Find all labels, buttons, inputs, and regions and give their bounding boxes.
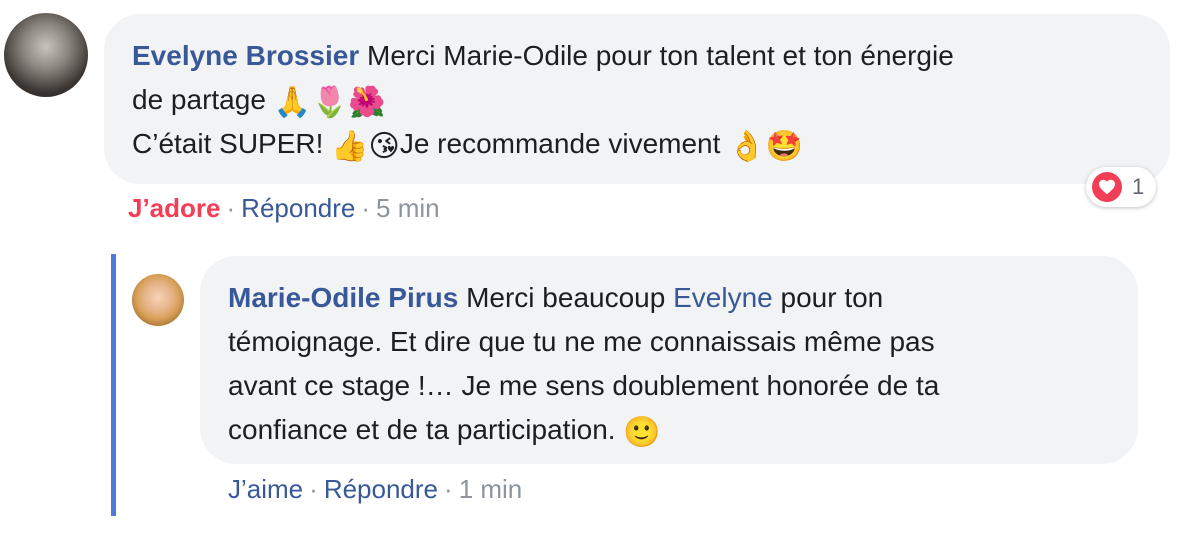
comment-line: Marie-Odile Pirus Merci beaucoup Evelyne…: [228, 276, 1110, 320]
comment-author-link[interactable]: Marie-Odile Pirus: [228, 282, 458, 313]
comment-line: de partage 🙏🌷🌺: [132, 78, 1142, 122]
thumbs-up-emoji-icon: 👍: [331, 130, 369, 163]
separator-dot: ·: [309, 474, 318, 504]
reaction-count: 1: [1132, 174, 1145, 199]
like-button[interactable]: J’aime: [228, 474, 303, 504]
tulip-emoji-icon: 🌷: [311, 86, 349, 119]
heart-icon: [1092, 172, 1122, 202]
comment-line: avant ce stage !… Je me sens doublement …: [228, 370, 940, 401]
comment-text: Merci beaucoup: [466, 282, 666, 313]
smiling-face-emoji-icon: 🙂: [623, 416, 661, 449]
comment-text: confiance et de ta participation.: [228, 414, 616, 445]
avatar-evelyne-brossier[interactable]: [4, 13, 88, 97]
reaction-count-badge[interactable]: 1: [1086, 167, 1157, 207]
comment-author-link[interactable]: Evelyne Brossier: [132, 40, 359, 71]
comment-text: C’était SUPER!: [132, 128, 324, 159]
avatar-marie-odile-pirus[interactable]: [132, 274, 184, 326]
star-struck-emoji-icon: 🤩: [765, 130, 803, 163]
separator-dot: ·: [361, 193, 371, 223]
comment-actions: J’adore · Répondre · 5 min: [128, 193, 440, 223]
hibiscus-emoji-icon: 🌺: [348, 86, 386, 119]
comment-text: pour ton: [780, 282, 884, 313]
comment-bubble-2: Marie-Odile Pirus Merci beaucoup Evelyne…: [200, 256, 1138, 464]
mention-link[interactable]: Evelyne: [673, 282, 773, 313]
ok-hand-emoji-icon: 👌: [728, 130, 766, 163]
comment-bubble-1: Evelyne Brossier Merci Marie-Odile pour …: [104, 14, 1170, 184]
timestamp[interactable]: 5 min: [376, 193, 440, 223]
timestamp[interactable]: 1 min: [459, 474, 523, 504]
reply-button[interactable]: Répondre: [241, 193, 355, 223]
folded-hands-emoji-icon: 🙏: [273, 86, 312, 119]
comment-line: témoignage. Et dire que tu ne me connais…: [228, 326, 935, 357]
separator-dot: ·: [444, 474, 453, 504]
comment-actions: J’aime · Répondre · 1 min: [228, 474, 522, 504]
comment-line: confiance et de ta participation. 🙂: [228, 408, 1110, 452]
separator-dot: ·: [226, 193, 236, 223]
kiss-face-emoji-icon: 😘: [368, 130, 400, 163]
comment-text: de partage: [132, 84, 266, 115]
comment-line: Evelyne Brossier Merci Marie-Odile pour …: [132, 34, 1142, 78]
reply-thread-line: [111, 254, 116, 516]
comment-text: Je recommande vivement: [399, 128, 721, 159]
reply-button[interactable]: Répondre: [324, 474, 438, 504]
adore-reaction-button[interactable]: J’adore: [128, 193, 221, 223]
comment-line: C’était SUPER! 👍😘Je recommande vivement …: [132, 122, 1142, 166]
comment-text: Merci Marie-Odile pour ton talent et ton…: [367, 40, 954, 71]
